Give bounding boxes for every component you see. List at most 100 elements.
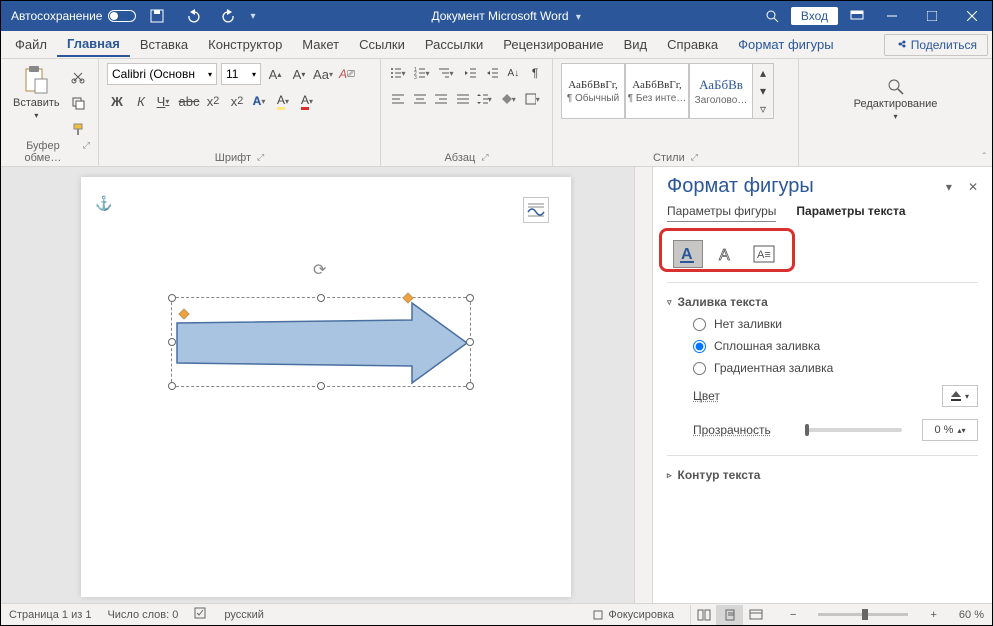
- resize-e[interactable]: [466, 338, 474, 346]
- tab-references[interactable]: Ссылки: [349, 33, 415, 56]
- sort-icon[interactable]: A↓: [505, 63, 523, 83]
- format-painter-icon[interactable]: [68, 119, 88, 139]
- styles-scroll-up[interactable]: ▴: [753, 64, 773, 82]
- login-button[interactable]: Вход: [791, 7, 838, 25]
- tab-help[interactable]: Справка: [657, 33, 728, 56]
- highlight-icon[interactable]: A▾: [275, 91, 295, 111]
- undo-icon[interactable]: [178, 1, 208, 31]
- bold-button[interactable]: Ж: [107, 91, 127, 111]
- minimize-button[interactable]: [872, 1, 912, 31]
- zoom-out-icon[interactable]: −: [784, 609, 802, 621]
- copy-icon[interactable]: [68, 93, 88, 113]
- shading-icon[interactable]: ▾: [500, 89, 520, 109]
- styles-scroll-down[interactable]: ▾: [753, 82, 773, 100]
- share-button[interactable]: Поделиться: [884, 34, 988, 56]
- tab-mailings[interactable]: Рассылки: [415, 33, 493, 56]
- ribbon-display-icon[interactable]: [842, 1, 872, 31]
- status-page[interactable]: Страница 1 из 1: [9, 609, 91, 621]
- autosave-toggle[interactable]: [108, 10, 136, 22]
- radio-gradient-fill[interactable]: Градиентная заливка: [693, 361, 978, 375]
- indent-dec-icon[interactable]: [461, 63, 479, 83]
- text-effects-pane-icon[interactable]: A: [711, 240, 741, 268]
- rotate-handle[interactable]: ⟳: [313, 260, 326, 280]
- tab-file[interactable]: Файл: [5, 33, 57, 56]
- maximize-button[interactable]: [912, 1, 952, 31]
- text-fill-outline-icon[interactable]: A: [673, 240, 703, 268]
- clear-format-icon[interactable]: A⎚: [337, 64, 357, 84]
- tab-review[interactable]: Рецензирование: [493, 33, 613, 56]
- tab-design[interactable]: Конструктор: [198, 33, 292, 56]
- style-heading1[interactable]: АаБбВвЗаголово…: [689, 63, 753, 119]
- shrink-font-icon[interactable]: A▾: [289, 64, 309, 84]
- tab-home[interactable]: Главная: [57, 32, 130, 57]
- focus-mode[interactable]: Фокусировка: [592, 609, 674, 621]
- save-icon[interactable]: [142, 1, 172, 31]
- radio-solid-fill[interactable]: Сплошная заливка: [693, 339, 978, 353]
- style-no-spacing[interactable]: АаБбВвГг,¶ Без инте…: [625, 63, 689, 119]
- section-text-outline[interactable]: ▹Контур текста: [667, 464, 978, 486]
- pane-tab-shape-options[interactable]: Параметры фигуры: [667, 204, 776, 222]
- textbox-icon[interactable]: A≡: [749, 240, 779, 268]
- radio-no-fill[interactable]: Нет заливки: [693, 317, 978, 331]
- resize-nw[interactable]: [168, 294, 176, 302]
- zoom-in-icon[interactable]: +: [924, 609, 942, 621]
- resize-se[interactable]: [466, 382, 474, 390]
- resize-w[interactable]: [168, 338, 176, 346]
- indent-inc-icon[interactable]: [483, 63, 501, 83]
- arrow-shape[interactable]: ⟳: [171, 297, 471, 387]
- view-web-icon[interactable]: [742, 605, 768, 625]
- color-picker[interactable]: ▾: [942, 385, 978, 407]
- bullets-icon[interactable]: ▾: [389, 63, 409, 83]
- zoom-value[interactable]: 60 %: [959, 609, 984, 621]
- font-name-combo[interactable]: Calibri (Основн▾: [107, 63, 217, 85]
- tab-insert[interactable]: Вставка: [130, 33, 198, 56]
- transparency-slider[interactable]: [805, 428, 902, 432]
- pane-close-icon[interactable]: ✕: [968, 180, 978, 194]
- view-read-icon[interactable]: [690, 605, 716, 625]
- paste-button[interactable]: Вставить ▾: [9, 63, 64, 122]
- justify-icon[interactable]: [454, 89, 472, 109]
- view-print-icon[interactable]: [716, 605, 742, 625]
- transparency-spin[interactable]: 0 %▴▾: [922, 419, 978, 441]
- line-spacing-icon[interactable]: ▾: [476, 89, 496, 109]
- numbering-icon[interactable]: 123▾: [413, 63, 433, 83]
- change-case-icon[interactable]: Aa▾: [313, 64, 333, 84]
- styles-expand[interactable]: ▿: [753, 100, 773, 118]
- vertical-scrollbar[interactable]: [634, 167, 652, 603]
- subscript-button[interactable]: x2: [203, 91, 223, 111]
- status-words[interactable]: Число слов: 0: [107, 609, 178, 621]
- resize-sw[interactable]: [168, 382, 176, 390]
- zoom-slider[interactable]: [818, 613, 908, 616]
- underline-button[interactable]: Ч▾: [155, 91, 175, 111]
- status-language[interactable]: русский: [224, 609, 263, 621]
- resize-n[interactable]: [317, 294, 325, 302]
- editing-button[interactable]: Редактирование ▾: [807, 63, 984, 135]
- font-color-icon[interactable]: A▾: [299, 91, 319, 111]
- tab-shape-format[interactable]: Формат фигуры: [728, 33, 843, 56]
- tab-view[interactable]: Вид: [614, 33, 658, 56]
- borders-icon[interactable]: ▾: [524, 89, 544, 109]
- tab-layout[interactable]: Макет: [292, 33, 349, 56]
- superscript-button[interactable]: x2: [227, 91, 247, 111]
- layout-options-icon[interactable]: [523, 197, 549, 223]
- redo-icon[interactable]: [214, 1, 244, 31]
- font-size-combo[interactable]: 11▾: [221, 63, 261, 85]
- text-effects-icon[interactable]: A▾: [251, 91, 271, 111]
- section-text-fill[interactable]: ▿Заливка текста: [667, 291, 978, 313]
- cut-icon[interactable]: [68, 67, 88, 87]
- align-left-icon[interactable]: [389, 89, 407, 109]
- show-marks-icon[interactable]: ¶: [526, 63, 544, 83]
- resize-ne[interactable]: [466, 294, 474, 302]
- close-button[interactable]: [952, 1, 992, 31]
- italic-button[interactable]: К: [131, 91, 151, 111]
- search-icon[interactable]: [757, 1, 787, 31]
- align-center-icon[interactable]: [411, 89, 429, 109]
- pane-tab-text-options[interactable]: Параметры текста: [796, 204, 905, 222]
- document-area[interactable]: ⚓ ⟳: [1, 167, 634, 603]
- strike-button[interactable]: abc: [179, 91, 199, 111]
- resize-s[interactable]: [317, 382, 325, 390]
- grow-font-icon[interactable]: A▴: [265, 64, 285, 84]
- pane-menu-icon[interactable]: ▾: [946, 180, 952, 194]
- align-right-icon[interactable]: [433, 89, 451, 109]
- multilevel-icon[interactable]: ▾: [437, 63, 457, 83]
